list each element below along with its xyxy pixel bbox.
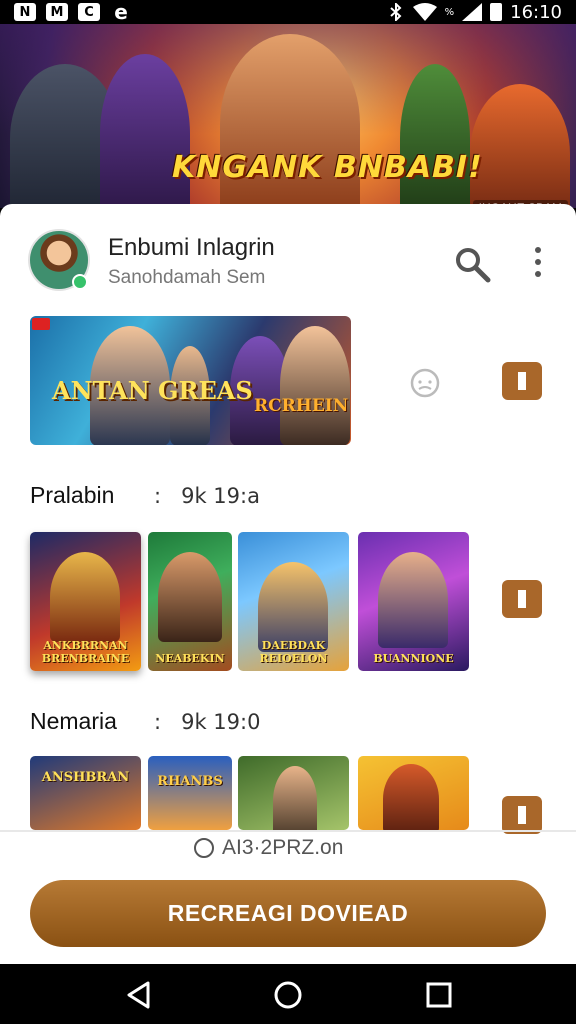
game-tile[interactable]: NEABEKIN (148, 532, 232, 671)
app-subtitle: Sanohdamah Sem (108, 267, 266, 288)
section-action-button[interactable] (502, 580, 542, 618)
loading-ring-icon (194, 838, 214, 858)
game-tile[interactable] (238, 756, 349, 830)
wifi-icon (412, 3, 437, 21)
battery-icon (490, 3, 503, 21)
notification-c-icon: C (78, 3, 100, 21)
featured-action-button[interactable] (502, 362, 542, 400)
status-bar: N M C e % 16:10 (0, 0, 576, 24)
notification-m-icon: M (46, 3, 68, 21)
bluetooth-icon (389, 3, 402, 21)
game-tile-title: RHANBS (157, 774, 223, 789)
game-tile[interactable]: RHANBS (148, 756, 232, 830)
footer-divider (0, 830, 576, 832)
featured-title-right: RCRHEIN (254, 396, 349, 416)
recents-icon[interactable] (424, 980, 454, 1010)
search-icon[interactable] (452, 244, 492, 284)
notification-e-icon: e (114, 0, 128, 24)
featured-title-left: ANTAN GREAS (52, 376, 253, 405)
pause-icon (515, 806, 529, 824)
pause-icon (515, 590, 529, 608)
featured-game-card[interactable]: ANTAN GREAS RCRHEIN (30, 316, 351, 445)
game-tile-title: ANKBRRNAN BRENBRAINE (41, 639, 130, 665)
chat-bubble-icon[interactable] (409, 367, 441, 399)
game-tile[interactable]: ANKBRRNAN BRENBRAINE (30, 532, 141, 671)
hero-banner[interactable]: KNGANK BNBABI! IHGAHE SBAM (0, 24, 576, 208)
game-tile-title: DAEBDAK REIOELON (259, 639, 328, 665)
download-button[interactable]: RECREAGI DOVIEAD (30, 880, 546, 947)
game-tile-title: ANSHBRAN (41, 770, 130, 785)
system-nav-bar (0, 964, 576, 1024)
app-detail-sheet: Enbumi Inlagrin Sanohdamah Sem ANTAN GRE… (0, 204, 576, 964)
section-meta-nemaria: : 9k 19:0 (154, 710, 260, 734)
battery-percent: % (444, 6, 455, 18)
more-options-icon[interactable] (526, 244, 550, 280)
home-icon[interactable] (273, 980, 303, 1010)
section-meta-pralabin: : 9k 19:a (154, 484, 260, 508)
clock: 16:10 (510, 1, 562, 23)
notification-n-icon: N (14, 3, 36, 21)
game-tile[interactable]: DAEBDAK REIOELON (238, 532, 349, 671)
back-icon[interactable] (124, 980, 154, 1010)
game-tile[interactable] (358, 756, 469, 830)
app-name: Enbumi Inlagrin (108, 234, 275, 261)
signal-icon (462, 3, 483, 21)
online-status-dot (72, 274, 88, 290)
section-title-nemaria: Nemaria (30, 708, 117, 734)
banner-title: KNGANK BNBABI! (172, 150, 483, 185)
game-tile[interactable]: ANSHBRAN (30, 756, 141, 830)
game-tile[interactable]: BUANNIONE (358, 532, 469, 671)
section-meta-value: 9k 19:0 (181, 710, 261, 734)
footer-info: AI3·2PRZ.on (194, 836, 343, 860)
game-tile-title: NEABEKIN (155, 652, 225, 665)
app-header: Enbumi Inlagrin Sanohdamah Sem (0, 204, 576, 304)
game-tile-title: BUANNIONE (373, 652, 454, 665)
section-meta-separator: : (154, 710, 162, 734)
footer-text: AI3·2PRZ.on (222, 836, 344, 859)
pause-icon (515, 372, 529, 390)
section-meta-value: 9k 19:a (181, 484, 260, 508)
section-title-pralabin: Pralabin (30, 482, 115, 508)
section-meta-separator: : (154, 484, 162, 508)
featured-tag (32, 318, 50, 330)
section-action-button[interactable] (502, 796, 542, 834)
